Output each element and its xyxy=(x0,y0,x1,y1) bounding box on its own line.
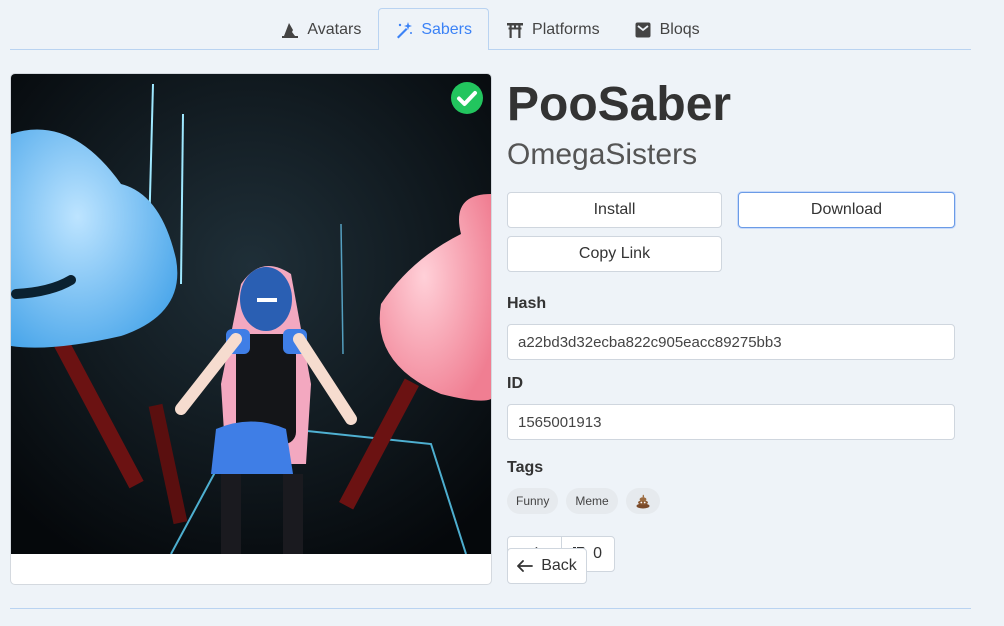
arrow-left-icon xyxy=(517,560,534,572)
tag-meme[interactable]: Meme xyxy=(566,488,618,514)
tag-funny[interactable]: Funny xyxy=(507,488,559,514)
tab-avatars-label: Avatars xyxy=(307,20,362,38)
tab-sabers[interactable]: Sabers xyxy=(378,8,490,50)
id-field[interactable] xyxy=(507,404,955,440)
tag-poop[interactable] xyxy=(625,488,660,514)
back-label: Back xyxy=(541,557,577,574)
copy-link-button[interactable]: Copy Link xyxy=(507,236,722,272)
preview-card xyxy=(10,73,492,585)
install-button[interactable]: Install xyxy=(507,192,722,228)
id-label: ID xyxy=(507,375,523,392)
magic-wand-icon xyxy=(397,21,413,38)
tab-sabers-label: Sabers xyxy=(421,20,473,38)
tab-platforms-label: Platforms xyxy=(532,20,600,38)
tag-list: Funny Meme xyxy=(507,488,660,514)
torii-gate-icon xyxy=(507,22,524,38)
model-author: OmegaSisters xyxy=(507,138,698,171)
category-tabs: Avatars Sabers Platforms Bloqs xyxy=(10,8,971,50)
tab-avatars[interactable]: Avatars xyxy=(264,8,378,50)
downvote-count: 0 xyxy=(593,545,602,562)
footer-divider xyxy=(10,608,971,609)
poop-emoji-icon xyxy=(636,494,650,509)
saber-preview-image xyxy=(11,74,491,554)
wizard-hat-icon xyxy=(282,22,299,38)
tags-label: Tags xyxy=(507,459,544,476)
tab-bloqs[interactable]: Bloqs xyxy=(617,8,717,50)
model-title: PooSaber xyxy=(507,78,732,131)
cube-box-icon xyxy=(635,22,651,37)
hash-field[interactable] xyxy=(507,324,955,360)
hash-label: Hash xyxy=(507,295,547,312)
tab-bloqs-label: Bloqs xyxy=(659,20,700,38)
back-button[interactable]: Back xyxy=(507,548,587,584)
tab-platforms[interactable]: Platforms xyxy=(489,8,617,50)
download-button[interactable]: Download xyxy=(738,192,955,228)
verified-check-icon xyxy=(451,82,483,114)
